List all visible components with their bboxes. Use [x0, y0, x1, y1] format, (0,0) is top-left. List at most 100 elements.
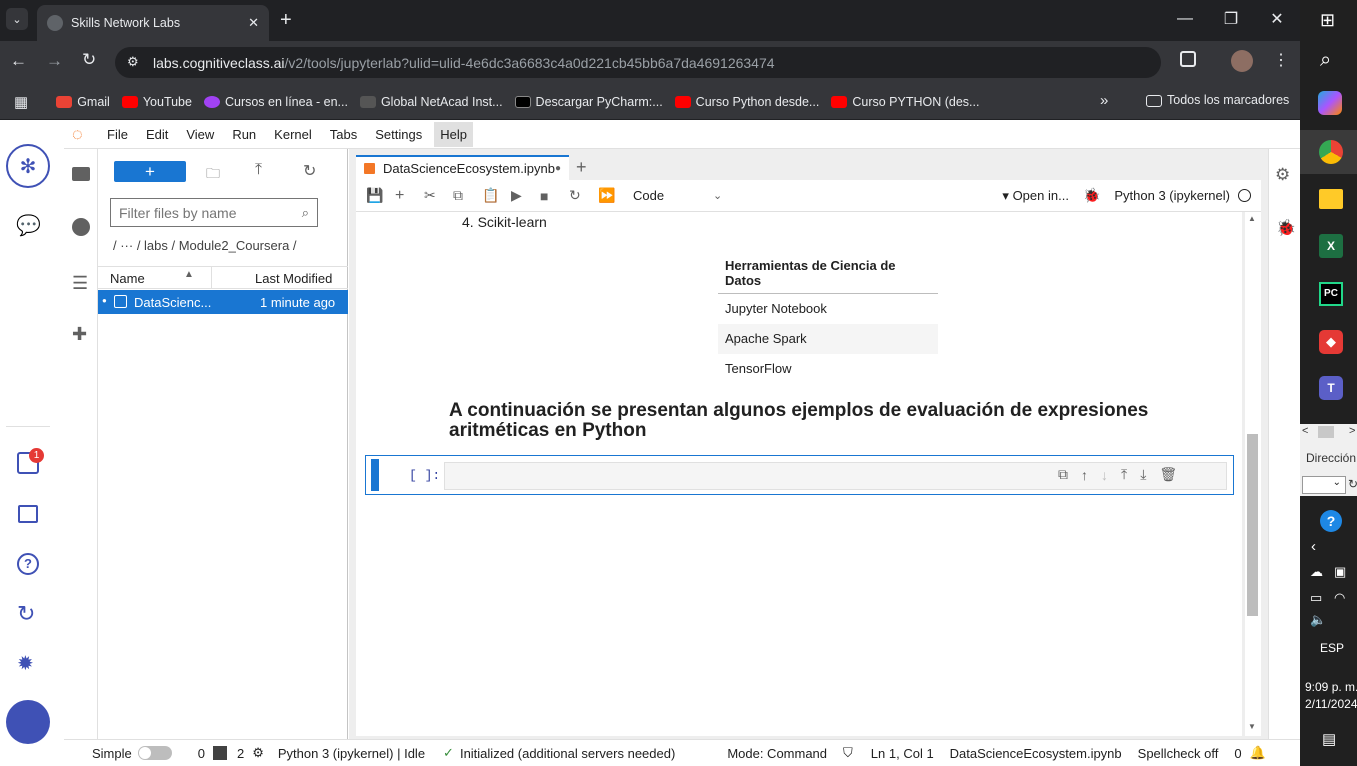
- move-up-icon[interactable]: ↑: [1081, 467, 1088, 483]
- run-all-icon[interactable]: ⏩: [598, 187, 627, 204]
- stop-icon[interactable]: ■: [540, 188, 569, 204]
- bookmark-gmail[interactable]: Gmail: [56, 95, 110, 109]
- spellcheck-status[interactable]: Spellcheck off: [1138, 746, 1219, 761]
- theme-icon[interactable]: ✹: [17, 651, 34, 676]
- browser-tab[interactable]: Skills Network Labs ✕: [37, 5, 269, 41]
- notification-count[interactable]: 0: [1234, 746, 1241, 761]
- refresh-icon[interactable]: ↻: [303, 161, 316, 181]
- bookmark-python-1[interactable]: Curso Python desde...: [674, 95, 819, 109]
- unsaved-dot-icon[interactable]: ●: [555, 163, 561, 174]
- skills-network-logo-icon[interactable]: ✻: [6, 144, 50, 188]
- user-avatar[interactable]: [6, 700, 50, 744]
- save-icon[interactable]: 💾: [366, 187, 395, 204]
- move-down-icon[interactable]: ↓: [1101, 467, 1108, 483]
- menu-kebab-icon[interactable]: ⋮: [1273, 50, 1289, 70]
- help-icon[interactable]: ?: [17, 553, 39, 575]
- menu-edit[interactable]: Edit: [146, 127, 168, 142]
- copy-icon[interactable]: ⧉: [453, 187, 482, 204]
- teams-icon[interactable]: T: [1319, 376, 1343, 400]
- insert-below-icon[interactable]: ⤓: [1140, 466, 1146, 483]
- menu-help[interactable]: Help: [434, 122, 473, 147]
- extensions-icon[interactable]: [1180, 51, 1196, 67]
- paste-icon[interactable]: 📋: [482, 187, 511, 204]
- extension-icon[interactable]: ✚: [72, 324, 87, 345]
- simple-mode-toggle[interactable]: [137, 746, 172, 760]
- code-cell[interactable]: [ ]: ⧉ ↑ ↓ ⤒ ⤓ 🗑: [365, 455, 1234, 495]
- document-icon[interactable]: [18, 505, 38, 523]
- sort-up-icon[interactable]: ▲: [184, 269, 194, 280]
- new-launcher-button[interactable]: +: [114, 161, 186, 182]
- scrollbar[interactable]: ▲ ▼: [1245, 212, 1261, 736]
- cut-icon[interactable]: ✂: [424, 187, 453, 204]
- menu-run[interactable]: Run: [232, 127, 256, 142]
- site-info-icon[interactable]: ⚙: [127, 54, 139, 70]
- chrome-icon[interactable]: [1319, 140, 1343, 164]
- scrollbar-thumb[interactable]: [1247, 434, 1258, 616]
- anydesk-icon[interactable]: ◆: [1319, 330, 1343, 354]
- window-close-icon[interactable]: ✕: [1254, 9, 1300, 29]
- lsp-icon[interactable]: ✓: [443, 745, 454, 761]
- upload-icon[interactable]: ⤒: [255, 161, 262, 179]
- running-icon[interactable]: [72, 218, 90, 236]
- volume-icon[interactable]: 🔈: [1310, 612, 1326, 628]
- open-in-button[interactable]: ▾ Open in...: [1002, 188, 1069, 204]
- col-last-modified[interactable]: Last Modified: [255, 271, 332, 286]
- back-icon[interactable]: ←: [10, 51, 27, 71]
- file-row[interactable]: ● DataScienc... 1 minute ago: [98, 290, 348, 314]
- windows-start-icon[interactable]: ⊞: [1320, 10, 1335, 31]
- sync-icon[interactable]: ↻: [17, 601, 35, 627]
- chat-icon[interactable]: 💬: [16, 213, 41, 238]
- debugger-panel-icon[interactable]: 🐞: [1276, 218, 1296, 238]
- clock-date[interactable]: 2/11/2024: [1305, 697, 1357, 711]
- bookmarks-overflow[interactable]: »: [1100, 92, 1108, 109]
- run-icon[interactable]: ▶: [511, 187, 540, 204]
- kernel-name[interactable]: Python 3 (ipykernel): [1114, 188, 1230, 203]
- kernel-gear-icon[interactable]: ⚙: [252, 745, 264, 761]
- tray-chevron-icon[interactable]: ‹: [1311, 538, 1316, 555]
- reload-icon[interactable]: ↻: [82, 50, 96, 70]
- pycharm-icon[interactable]: PC: [1319, 282, 1343, 306]
- restart-icon[interactable]: ↻: [569, 187, 598, 204]
- new-tab-icon[interactable]: +: [280, 9, 292, 32]
- bookmark-pycharm[interactable]: Descargar PyCharm:...: [514, 95, 663, 109]
- apps-grid-icon[interactable]: ▦: [14, 93, 28, 111]
- menu-kernel[interactable]: Kernel: [274, 127, 312, 142]
- new-folder-icon[interactable]: 🗀: [206, 163, 220, 187]
- go-icon[interactable]: ↻: [1348, 477, 1357, 491]
- profile-avatar[interactable]: [1231, 50, 1253, 72]
- display-icon[interactable]: ▣: [1334, 564, 1346, 580]
- menu-file[interactable]: File: [107, 127, 128, 142]
- insert-above-icon[interactable]: ⤒: [1121, 466, 1127, 483]
- add-tab-icon[interactable]: +: [576, 157, 587, 178]
- file-explorer-icon[interactable]: [1319, 189, 1343, 209]
- tab-search-icon[interactable]: ⌄: [6, 8, 28, 30]
- menu-settings[interactable]: Settings: [375, 127, 422, 142]
- bookmark-python-2[interactable]: Curso PYTHON (des...: [831, 95, 979, 109]
- horizontal-scrollbar[interactable]: < >: [1300, 424, 1357, 440]
- notebook-tab[interactable]: DataScienceEcosystem.ipynb ●: [356, 155, 569, 180]
- close-icon[interactable]: ✕: [248, 15, 259, 31]
- col-name[interactable]: Name: [110, 271, 145, 286]
- url-bar[interactable]: ⚙ labs.cognitiveclass.ai/v2/tools/jupyte…: [115, 47, 1161, 78]
- chevron-down-icon[interactable]: ⌄: [713, 189, 722, 202]
- lsp-status[interactable]: Initialized (additional servers needed): [460, 746, 675, 761]
- copilot-icon[interactable]: [1318, 91, 1342, 115]
- clock-time[interactable]: 9:09 p. m.: [1305, 680, 1357, 694]
- breadcrumb[interactable]: / ··· / labs / Module2_Coursera /: [113, 238, 297, 253]
- cursor-position[interactable]: Ln 1, Col 1: [871, 746, 934, 761]
- add-cell-icon[interactable]: +: [395, 187, 424, 205]
- language-indicator[interactable]: ESP: [1320, 641, 1344, 655]
- cell-type-select[interactable]: Code: [633, 188, 713, 203]
- restore-icon[interactable]: ❐: [1208, 9, 1254, 29]
- cloud-off-icon[interactable]: ☁: [1310, 564, 1323, 580]
- all-bookmarks[interactable]: Todos los marcadores: [1146, 93, 1289, 107]
- terminal-icon[interactable]: [212, 746, 227, 760]
- debugger-icon[interactable]: 🐞: [1083, 187, 1100, 204]
- cell-collapser[interactable]: [371, 459, 379, 491]
- forward-icon[interactable]: →: [46, 51, 63, 71]
- kernel-status[interactable]: Python 3 (ipykernel) | Idle: [278, 746, 425, 761]
- duplicate-icon[interactable]: ⧉: [1058, 466, 1068, 483]
- direction-input[interactable]: ⌄: [1302, 476, 1346, 494]
- bookmark-youtube[interactable]: YouTube: [121, 95, 192, 109]
- bell-icon[interactable]: 🔔: [1250, 745, 1266, 761]
